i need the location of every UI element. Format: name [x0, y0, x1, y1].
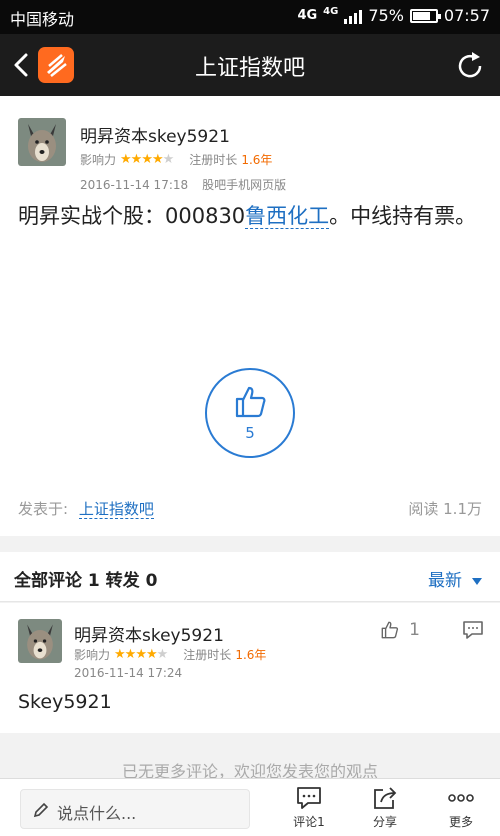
- avatar[interactable]: [18, 619, 62, 663]
- carrier-name: 中国移动: [10, 10, 75, 29]
- comments-title: 全部评论 1 转发 0: [14, 571, 158, 591]
- star-icon: ★: [141, 152, 153, 167]
- author-meta: 影响力 ★★★★★ 注册时长 1.6年: [80, 151, 272, 168]
- posted-in: 发表于: 上证指数吧: [18, 498, 154, 519]
- comment-like-button[interactable]: 1: [379, 619, 420, 641]
- comment-item: 明昇资本skey5921 影响力 ★★★★★ 注册时长 1.6年 2016-11…: [0, 603, 500, 733]
- post-content: 明昇实战个股：000830鲁西化工。中线持有票。: [18, 200, 486, 232]
- wolf-avatar-icon: [18, 619, 62, 663]
- star-icon: ★: [145, 647, 158, 662]
- comment-input[interactable]: 说点什么...: [20, 789, 250, 829]
- clock: 07:57: [443, 6, 490, 25]
- network-type-secondary: 4G: [323, 6, 339, 17]
- post-body-prefix: 明昇实战个股：000830: [18, 204, 246, 228]
- influence-label: 影响力: [80, 153, 117, 167]
- share-icon: [374, 787, 397, 809]
- battery-percent: 75%: [368, 6, 404, 25]
- comments-header: 全部评论 1 转发 0 最新: [0, 552, 500, 602]
- sort-dropdown[interactable]: 最新: [428, 566, 482, 591]
- registration-value: 1.6年: [235, 648, 267, 662]
- more-icon: [448, 794, 474, 802]
- comment-time: 2016-11-14 17:24: [74, 666, 183, 680]
- comment-icon: [297, 787, 321, 809]
- bottom-toolbar: 说点什么... 评论1 分享 更多: [0, 778, 500, 836]
- wolf-avatar-icon: [18, 118, 66, 166]
- more-button-label: 更多: [448, 815, 473, 829]
- influence-label: 影响力: [74, 648, 111, 662]
- influence-stars: ★★★★★: [120, 152, 175, 167]
- sort-label: 最新: [428, 571, 462, 591]
- reply-button[interactable]: [462, 619, 484, 641]
- refresh-button[interactable]: [452, 48, 488, 84]
- refresh-icon: [458, 52, 482, 78]
- thumbs-up-icon: [381, 621, 399, 639]
- post-card: 明昇资本skey5921 影响力 ★★★★★ 注册时长 1.6年 2016-11…: [0, 96, 500, 536]
- comment-text: Skey5921: [18, 691, 112, 713]
- star-icon: ★: [114, 647, 126, 662]
- signal-icon: [344, 8, 363, 24]
- star-icon: ★: [120, 152, 132, 167]
- page-title: 上证指数吧: [194, 56, 305, 81]
- stock-link[interactable]: 鲁西化工: [245, 204, 330, 229]
- like-count: 5: [245, 424, 255, 442]
- nav-bar: 上证指数吧: [0, 34, 500, 96]
- posted-in-label: 发表于:: [18, 500, 69, 518]
- star-icon: ★: [162, 152, 175, 167]
- star-icon: ★: [156, 647, 169, 662]
- star-icon: ★: [130, 152, 143, 167]
- comment-author-meta: 影响力 ★★★★★ 注册时长 1.6年: [74, 646, 266, 663]
- share-button[interactable]: 分享: [355, 785, 415, 830]
- influence-stars: ★★★★★: [114, 647, 169, 662]
- post-body-suffix: 。中线持有票。: [329, 204, 477, 228]
- registration-value: 1.6年: [241, 153, 273, 167]
- post-time: 2016-11-14 17:18: [80, 177, 189, 192]
- network-type: 4G: [297, 8, 318, 23]
- star-icon: ★: [124, 647, 137, 662]
- comment-button[interactable]: 评论1: [279, 785, 339, 830]
- post-source: 股吧手机网页版: [202, 178, 287, 192]
- comment-button-label: 评论1: [293, 815, 325, 829]
- status-bar: 中国移动 4G 4G 75% 07:57: [0, 0, 500, 34]
- battery-level: [412, 11, 430, 20]
- read-count: 阅读 1.1万: [408, 500, 482, 518]
- comment-author[interactable]: 明昇资本skey5921: [74, 621, 224, 646]
- pencil-icon: [33, 802, 49, 818]
- status-icons: 4G 4G 75% 07:57: [297, 6, 490, 25]
- comment-input-placeholder: 说点什么...: [57, 804, 137, 823]
- battery-icon: [409, 8, 441, 23]
- comment-like-count: 1: [409, 620, 420, 640]
- reply-icon: [463, 621, 483, 639]
- thumbs-up-icon: [235, 386, 266, 418]
- share-button-label: 分享: [372, 815, 397, 829]
- like-button[interactable]: 5: [205, 368, 295, 458]
- star-icon: ★: [151, 152, 164, 167]
- more-button[interactable]: 更多: [431, 785, 491, 830]
- star-icon: ★: [135, 647, 147, 662]
- avatar[interactable]: [18, 118, 66, 166]
- registration-label: 注册时长: [183, 648, 232, 662]
- registration-label: 注册时长: [189, 153, 238, 167]
- author-name[interactable]: 明昇资本skey5921: [80, 122, 230, 147]
- caret-down-icon: [472, 577, 482, 585]
- forum-link[interactable]: 上证指数吧: [78, 500, 154, 519]
- post-info: 2016-11-14 17:18 股吧手机网页版: [80, 176, 286, 193]
